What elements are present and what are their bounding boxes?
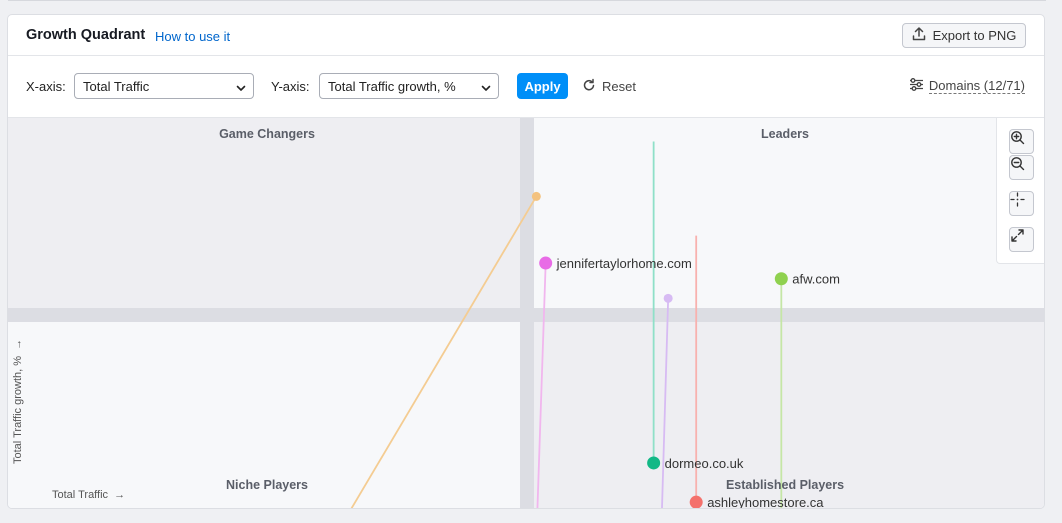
- quadrant-leaders: [534, 118, 1044, 308]
- domains-label: Domains (12/71): [928, 77, 1025, 94]
- growth-quadrant-card: Growth Quadrant How to use it Export to …: [7, 14, 1045, 509]
- horizontal-divider: [8, 308, 1044, 322]
- reset-icon: [582, 78, 596, 95]
- quadrant-label-leaders: Leaders: [761, 127, 809, 141]
- y-axis-title: Total Traffic growth, % →: [12, 339, 24, 464]
- how-to-use-link[interactable]: How to use it: [155, 29, 230, 44]
- card-header: Growth Quadrant How to use it Export to …: [8, 15, 1044, 56]
- y-axis-title-text: Total Traffic growth, %: [12, 355, 24, 464]
- y-axis-value: Total Traffic growth, %: [328, 79, 456, 94]
- point-purple-domain[interactable]: [663, 293, 673, 303]
- chart-canvas[interactable]: jennifertaylorhome.com afw.com dormeo.co.u…: [8, 118, 1045, 509]
- chevron-down-icon: [481, 81, 491, 96]
- apply-button[interactable]: Apply: [517, 73, 568, 99]
- export-label: Export to PNG: [932, 28, 1017, 43]
- filter-sliders-icon: [909, 78, 924, 94]
- x-axis-title: Total Traffic →: [52, 489, 125, 501]
- quadrant-game-changers: [8, 118, 520, 308]
- point-jennifertaylorhome-com[interactable]: [539, 256, 553, 270]
- point-dormeo-co-uk[interactable]: [647, 456, 661, 470]
- export-png-button[interactable]: Export to PNG: [902, 23, 1026, 48]
- point-afw-com[interactable]: [774, 272, 788, 286]
- point-label-dormeo-co-uk: dormeo.co.uk: [665, 456, 744, 471]
- quadrant-label-niche-players: Niche Players: [226, 478, 308, 492]
- point-orange-domain[interactable]: [531, 191, 541, 201]
- top-divider: [8, 0, 1046, 1]
- zoom-controls: [996, 118, 1044, 264]
- quadrant-chart[interactable]: jennifertaylorhome.com afw.com dormeo.co.u…: [8, 118, 1045, 509]
- reset-button[interactable]: Reset: [582, 78, 636, 95]
- chevron-down-icon: [236, 81, 246, 96]
- point-label-jennifertaylorhome-com: jennifertaylorhome.com: [556, 256, 692, 271]
- point-label-ashleyhomestore-ca: ashleyhomestore.ca: [707, 495, 824, 509]
- zoom-out-button[interactable]: [1009, 155, 1034, 180]
- page-title: Growth Quadrant: [26, 27, 146, 43]
- quadrant-label-established-players: Established Players: [725, 478, 845, 492]
- reset-label: Reset: [602, 79, 636, 94]
- domains-filter[interactable]: Domains (12/71): [909, 78, 1025, 94]
- fullscreen-button[interactable]: [1009, 227, 1034, 252]
- x-axis-label: X-axis:: [26, 79, 66, 94]
- export-icon: [912, 27, 926, 44]
- quadrant-label-game-changers: Game Changers: [219, 127, 315, 141]
- y-axis-select[interactable]: Total Traffic growth, %: [319, 73, 499, 99]
- point-ashleyhomestore-ca[interactable]: [689, 495, 703, 509]
- x-axis-value: Total Traffic: [83, 79, 150, 94]
- x-axis-title-text: Total Traffic: [52, 489, 109, 501]
- controls-bar: X-axis: Total Traffic Y-axis: Total Traf…: [8, 57, 1044, 118]
- center-view-button[interactable]: [1009, 191, 1034, 216]
- point-label-afw-com: afw.com: [792, 272, 840, 287]
- arrow-right-icon: →: [111, 489, 126, 501]
- x-axis-select[interactable]: Total Traffic: [74, 73, 254, 99]
- y-axis-label: Y-axis:: [271, 79, 310, 94]
- zoom-in-button[interactable]: [1009, 129, 1034, 154]
- arrow-up-icon: →: [12, 338, 24, 353]
